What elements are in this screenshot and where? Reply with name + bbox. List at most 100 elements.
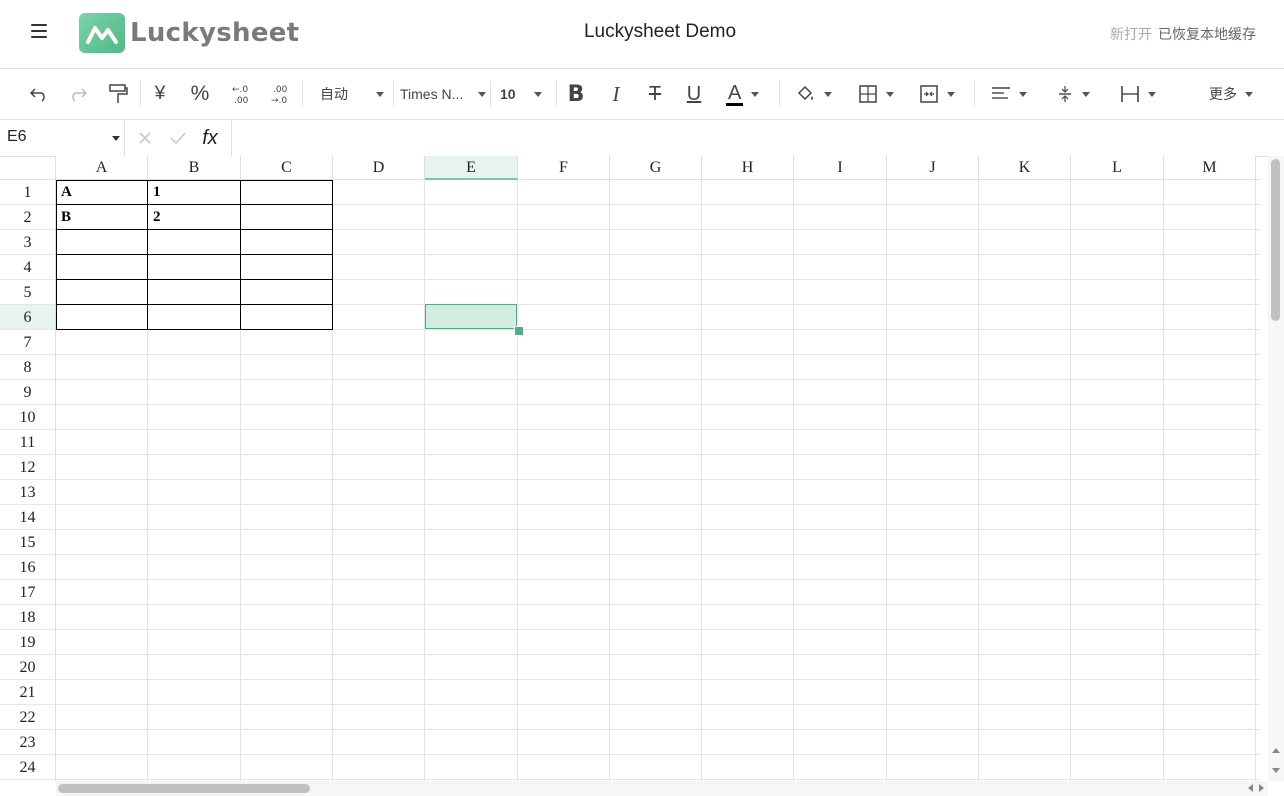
row-header-11[interactable]: 11 xyxy=(0,430,56,455)
column-header-i[interactable]: I xyxy=(794,156,887,180)
row-gridline xyxy=(56,604,1260,605)
row-header-12[interactable]: 12 xyxy=(0,455,56,480)
row-header-2[interactable]: 2 xyxy=(0,205,56,230)
vertical-scroll-thumb[interactable] xyxy=(1271,159,1280,321)
row-header-19[interactable]: 19 xyxy=(0,630,56,655)
column-header-b[interactable]: B xyxy=(148,156,241,180)
row-header-22[interactable]: 22 xyxy=(0,705,56,730)
vertical-align-button[interactable] xyxy=(1056,69,1100,119)
more-label: 更多 xyxy=(1209,86,1237,102)
fill-handle[interactable] xyxy=(514,326,524,336)
document-title[interactable]: Luckysheet Demo xyxy=(0,21,1284,43)
increase-decimal-button[interactable]: .00 →.0 xyxy=(266,69,292,119)
row-header-5[interactable]: 5 xyxy=(0,280,56,305)
column-header-d[interactable]: D xyxy=(333,156,425,180)
confirm-formula-button[interactable] xyxy=(167,120,189,156)
undo-button[interactable] xyxy=(26,69,52,119)
merge-cells-icon xyxy=(920,85,938,103)
redo-icon xyxy=(72,88,88,102)
percent-button[interactable]: % xyxy=(186,69,214,119)
row-header-10[interactable]: 10 xyxy=(0,405,56,430)
font-family-dropdown[interactable]: Times N... xyxy=(400,69,486,119)
row-header-14[interactable]: 14 xyxy=(0,505,56,530)
column-header-j[interactable]: J xyxy=(887,156,979,180)
select-all-corner[interactable] xyxy=(0,156,56,180)
column-header-l[interactable]: L xyxy=(1071,156,1164,180)
cell-b2[interactable]: 2 xyxy=(153,205,161,229)
row-header-9[interactable]: 9 xyxy=(0,380,56,405)
strikethrough-icon: T xyxy=(648,82,662,105)
format-painter-button[interactable] xyxy=(105,69,131,119)
underline-button[interactable]: U xyxy=(681,69,707,119)
bold-button[interactable]: B xyxy=(563,69,589,119)
strikethrough-button[interactable]: T xyxy=(642,69,668,119)
insert-function-button[interactable]: fx xyxy=(198,120,222,156)
border-button[interactable] xyxy=(858,69,902,119)
horizontal-align-button[interactable] xyxy=(991,69,1037,119)
row-header-4[interactable]: 4 xyxy=(0,255,56,280)
horizontal-scroll-thumb[interactable] xyxy=(58,784,310,793)
check-icon xyxy=(170,132,186,145)
scroll-right-icon[interactable] xyxy=(1259,784,1264,792)
scroll-up-icon[interactable] xyxy=(1272,748,1280,753)
sync-status: 新打开 已恢复本地缓存 xyxy=(1110,24,1256,44)
column-header-k[interactable]: K xyxy=(979,156,1071,180)
cancel-formula-button[interactable] xyxy=(134,120,156,156)
row-gridline xyxy=(56,379,1260,380)
chevron-down-icon xyxy=(376,91,384,97)
row-header-17[interactable]: 17 xyxy=(0,580,56,605)
row-gridline xyxy=(56,629,1260,630)
spreadsheet-grid[interactable]: A B C D E F G H I J K L M 1 2 3 4 5 6 7 8 9 10 11 12 13 14 15 16 17 18… xyxy=(0,156,1260,781)
formula-input[interactable] xyxy=(231,120,1284,156)
number-format-dropdown[interactable]: 自动 xyxy=(320,69,392,119)
column-header-g[interactable]: G xyxy=(610,156,702,180)
vertical-scrollbar[interactable] xyxy=(1268,156,1284,781)
cell-a2[interactable]: B xyxy=(61,205,71,229)
formula-bar: E6 fx xyxy=(0,120,1284,157)
row-header-21[interactable]: 21 xyxy=(0,680,56,705)
fill-color-button[interactable] xyxy=(796,69,842,119)
row-gridline xyxy=(56,454,1260,455)
column-gridline xyxy=(609,180,610,781)
column-header-f[interactable]: F xyxy=(518,156,610,180)
row-header-3[interactable]: 3 xyxy=(0,230,56,255)
scroll-left-icon[interactable] xyxy=(1248,784,1253,792)
selected-cell[interactable] xyxy=(425,304,517,329)
cell-a1[interactable]: A xyxy=(61,180,72,204)
row-gridline xyxy=(56,479,1260,480)
column-header-a[interactable]: A xyxy=(56,156,148,180)
row-header-20[interactable]: 20 xyxy=(0,655,56,680)
horizontal-scrollbar[interactable] xyxy=(56,781,1268,796)
cell-b1[interactable]: 1 xyxy=(153,180,161,204)
redo-button[interactable] xyxy=(65,69,91,119)
table-border-line xyxy=(56,254,333,255)
more-button[interactable]: 更多 xyxy=(1206,69,1256,119)
row-header-24[interactable]: 24 xyxy=(0,755,56,780)
row-header-16[interactable]: 16 xyxy=(0,555,56,580)
row-header-15[interactable]: 15 xyxy=(0,530,56,555)
text-wrap-button[interactable] xyxy=(1120,69,1166,119)
table-border-line xyxy=(56,229,333,230)
row-header-6[interactable]: 6 xyxy=(0,305,56,330)
number-format-value: 自动 xyxy=(320,86,348,102)
column-header-e[interactable]: E xyxy=(425,156,518,180)
row-gridline xyxy=(56,404,1260,405)
table-border-line xyxy=(240,180,241,330)
row-header-8[interactable]: 8 xyxy=(0,355,56,380)
column-header-h[interactable]: H xyxy=(702,156,794,180)
name-box[interactable]: E6 xyxy=(0,120,125,156)
row-header-1[interactable]: 1 xyxy=(0,180,56,205)
row-header-13[interactable]: 13 xyxy=(0,480,56,505)
column-header-m[interactable]: M xyxy=(1164,156,1256,180)
merge-cells-button[interactable] xyxy=(919,69,965,119)
italic-button[interactable]: I xyxy=(603,69,629,119)
row-header-18[interactable]: 18 xyxy=(0,605,56,630)
column-header-c[interactable]: C xyxy=(241,156,333,180)
scroll-down-icon[interactable] xyxy=(1272,768,1280,773)
row-header-7[interactable]: 7 xyxy=(0,330,56,355)
currency-button[interactable]: ¥ xyxy=(148,69,172,119)
decrease-decimal-button[interactable]: ←.0.00 xyxy=(227,69,253,119)
font-size-dropdown[interactable]: 10 xyxy=(500,69,550,119)
row-header-23[interactable]: 23 xyxy=(0,730,56,755)
text-color-button[interactable]: A xyxy=(726,69,774,119)
